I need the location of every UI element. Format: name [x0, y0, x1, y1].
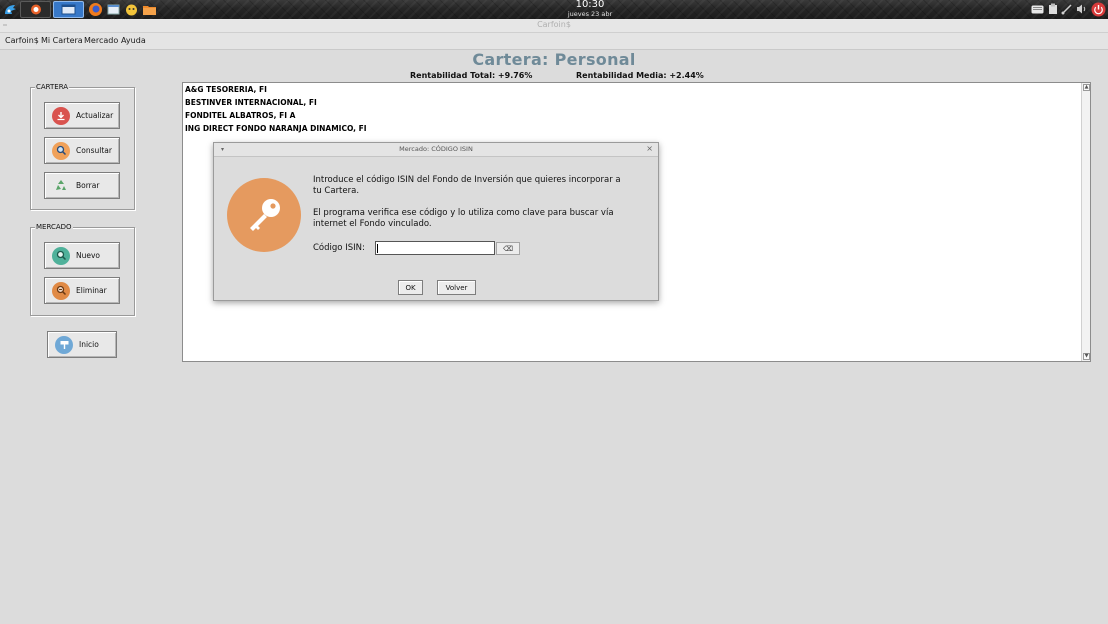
volume-icon[interactable]	[1075, 2, 1089, 16]
taskbar-item-browser[interactable]	[20, 1, 51, 18]
page-title: Cartera: Personal	[472, 50, 636, 69]
list-scrollbar[interactable]: ▲ ▼	[1081, 83, 1090, 361]
home-signpost-icon	[55, 335, 73, 354]
menu-mercado[interactable]: Mercado	[84, 36, 118, 45]
scroll-up-arrow-icon[interactable]: ▲	[1083, 84, 1090, 91]
menu-ayuda[interactable]: Ayuda	[121, 36, 146, 45]
start-menu-icon[interactable]	[2, 1, 19, 18]
borrar-button[interactable]: Borrar	[44, 172, 120, 199]
menubar: Carfoin$ Mi Cartera Mercado Ayuda	[0, 33, 1108, 50]
volver-button[interactable]: Volver	[437, 280, 476, 295]
borrar-label: Borrar	[76, 181, 100, 190]
firefox-icon[interactable]	[87, 1, 104, 18]
isin-input[interactable]	[375, 241, 495, 255]
clipboard-icon[interactable]	[1046, 2, 1060, 16]
list-item[interactable]: BESTINVER INTERNACIONAL, FI	[185, 98, 317, 107]
mercado-group-legend: MERCADO	[35, 223, 73, 231]
key-icon	[227, 178, 301, 252]
dialog-intro-line2: tu Cartera.	[313, 186, 360, 196]
isin-label: Código ISIN:	[313, 243, 365, 253]
actualizar-label: Actualizar	[76, 111, 114, 120]
recycle-icon	[52, 177, 70, 195]
actualizar-button[interactable]: Actualizar	[44, 102, 120, 129]
dialog-intro-line1: Introduce el código ISIN del Fondo de In…	[313, 175, 621, 185]
nuevo-label: Nuevo	[76, 251, 101, 260]
mascot-app-icon[interactable]	[123, 1, 140, 18]
rentabilidad-total: Rentabilidad Total: +9.76%	[410, 71, 533, 80]
dialog-info-line1: El programa verifica ese código y lo uti…	[313, 208, 614, 218]
power-icon[interactable]	[1091, 2, 1106, 17]
consultar-label: Consultar	[76, 146, 112, 155]
window-list-icon[interactable]	[105, 1, 122, 18]
clock-time: 10:30	[575, 0, 605, 10]
dialog-titlebar[interactable]: ▾ Mercado: CÓDIGO ISIN ×	[214, 143, 658, 157]
dialog-title: Mercado: CÓDIGO ISIN	[399, 145, 473, 153]
inicio-label: Inicio	[79, 340, 99, 349]
window-titlebar[interactable]: Carfoin$	[0, 19, 1108, 33]
eliminar-label: Eliminar	[76, 286, 107, 295]
window-title: Carfoin$	[537, 20, 571, 29]
dialog-close-icon[interactable]: ×	[646, 144, 653, 153]
search-add-icon	[52, 246, 70, 265]
clock[interactable]: 10:30 jueves 23 abr	[540, 0, 640, 18]
list-item[interactable]: ING DIRECT FONDO NARANJA DINAMICO, FI	[185, 124, 367, 133]
ok-button[interactable]: OK	[398, 280, 423, 295]
keyboard-icon[interactable]	[1030, 2, 1044, 16]
isin-dialog: ▾ Mercado: CÓDIGO ISIN × Introduce el có…	[213, 142, 659, 301]
inicio-button[interactable]: Inicio	[47, 331, 117, 358]
taskbar-item-carfoin[interactable]	[53, 1, 84, 18]
folder-icon[interactable]	[141, 1, 158, 18]
search-remove-icon	[52, 281, 70, 300]
network-icon[interactable]	[1060, 2, 1074, 16]
clock-date: jueves 23 abr	[567, 10, 613, 18]
magnifier-icon	[52, 141, 70, 160]
nuevo-button[interactable]: Nuevo	[44, 242, 120, 269]
list-item[interactable]: A&G TESORERIA, FI	[185, 85, 267, 94]
rentabilidad-media: Rentabilidad Media: +2.44%	[576, 71, 704, 80]
scroll-down-arrow-icon[interactable]: ▼	[1083, 353, 1090, 360]
clear-input-icon[interactable]: ⌫	[496, 242, 520, 255]
eliminar-button[interactable]: Eliminar	[44, 277, 120, 304]
consultar-button[interactable]: Consultar	[44, 137, 120, 164]
list-item[interactable]: FONDITEL ALBATROS, FI A	[185, 111, 295, 120]
desktop-top-panel: 10:30 jueves 23 abr	[0, 0, 1108, 19]
menu-mi-cartera[interactable]: Mi Cartera	[41, 36, 83, 45]
menu-carfoin[interactable]: Carfoin$	[5, 36, 39, 45]
download-icon	[52, 106, 70, 125]
dialog-info-line2: internet el Fondo vinculado.	[313, 219, 432, 229]
cartera-group-legend: CARTERA	[35, 83, 70, 91]
